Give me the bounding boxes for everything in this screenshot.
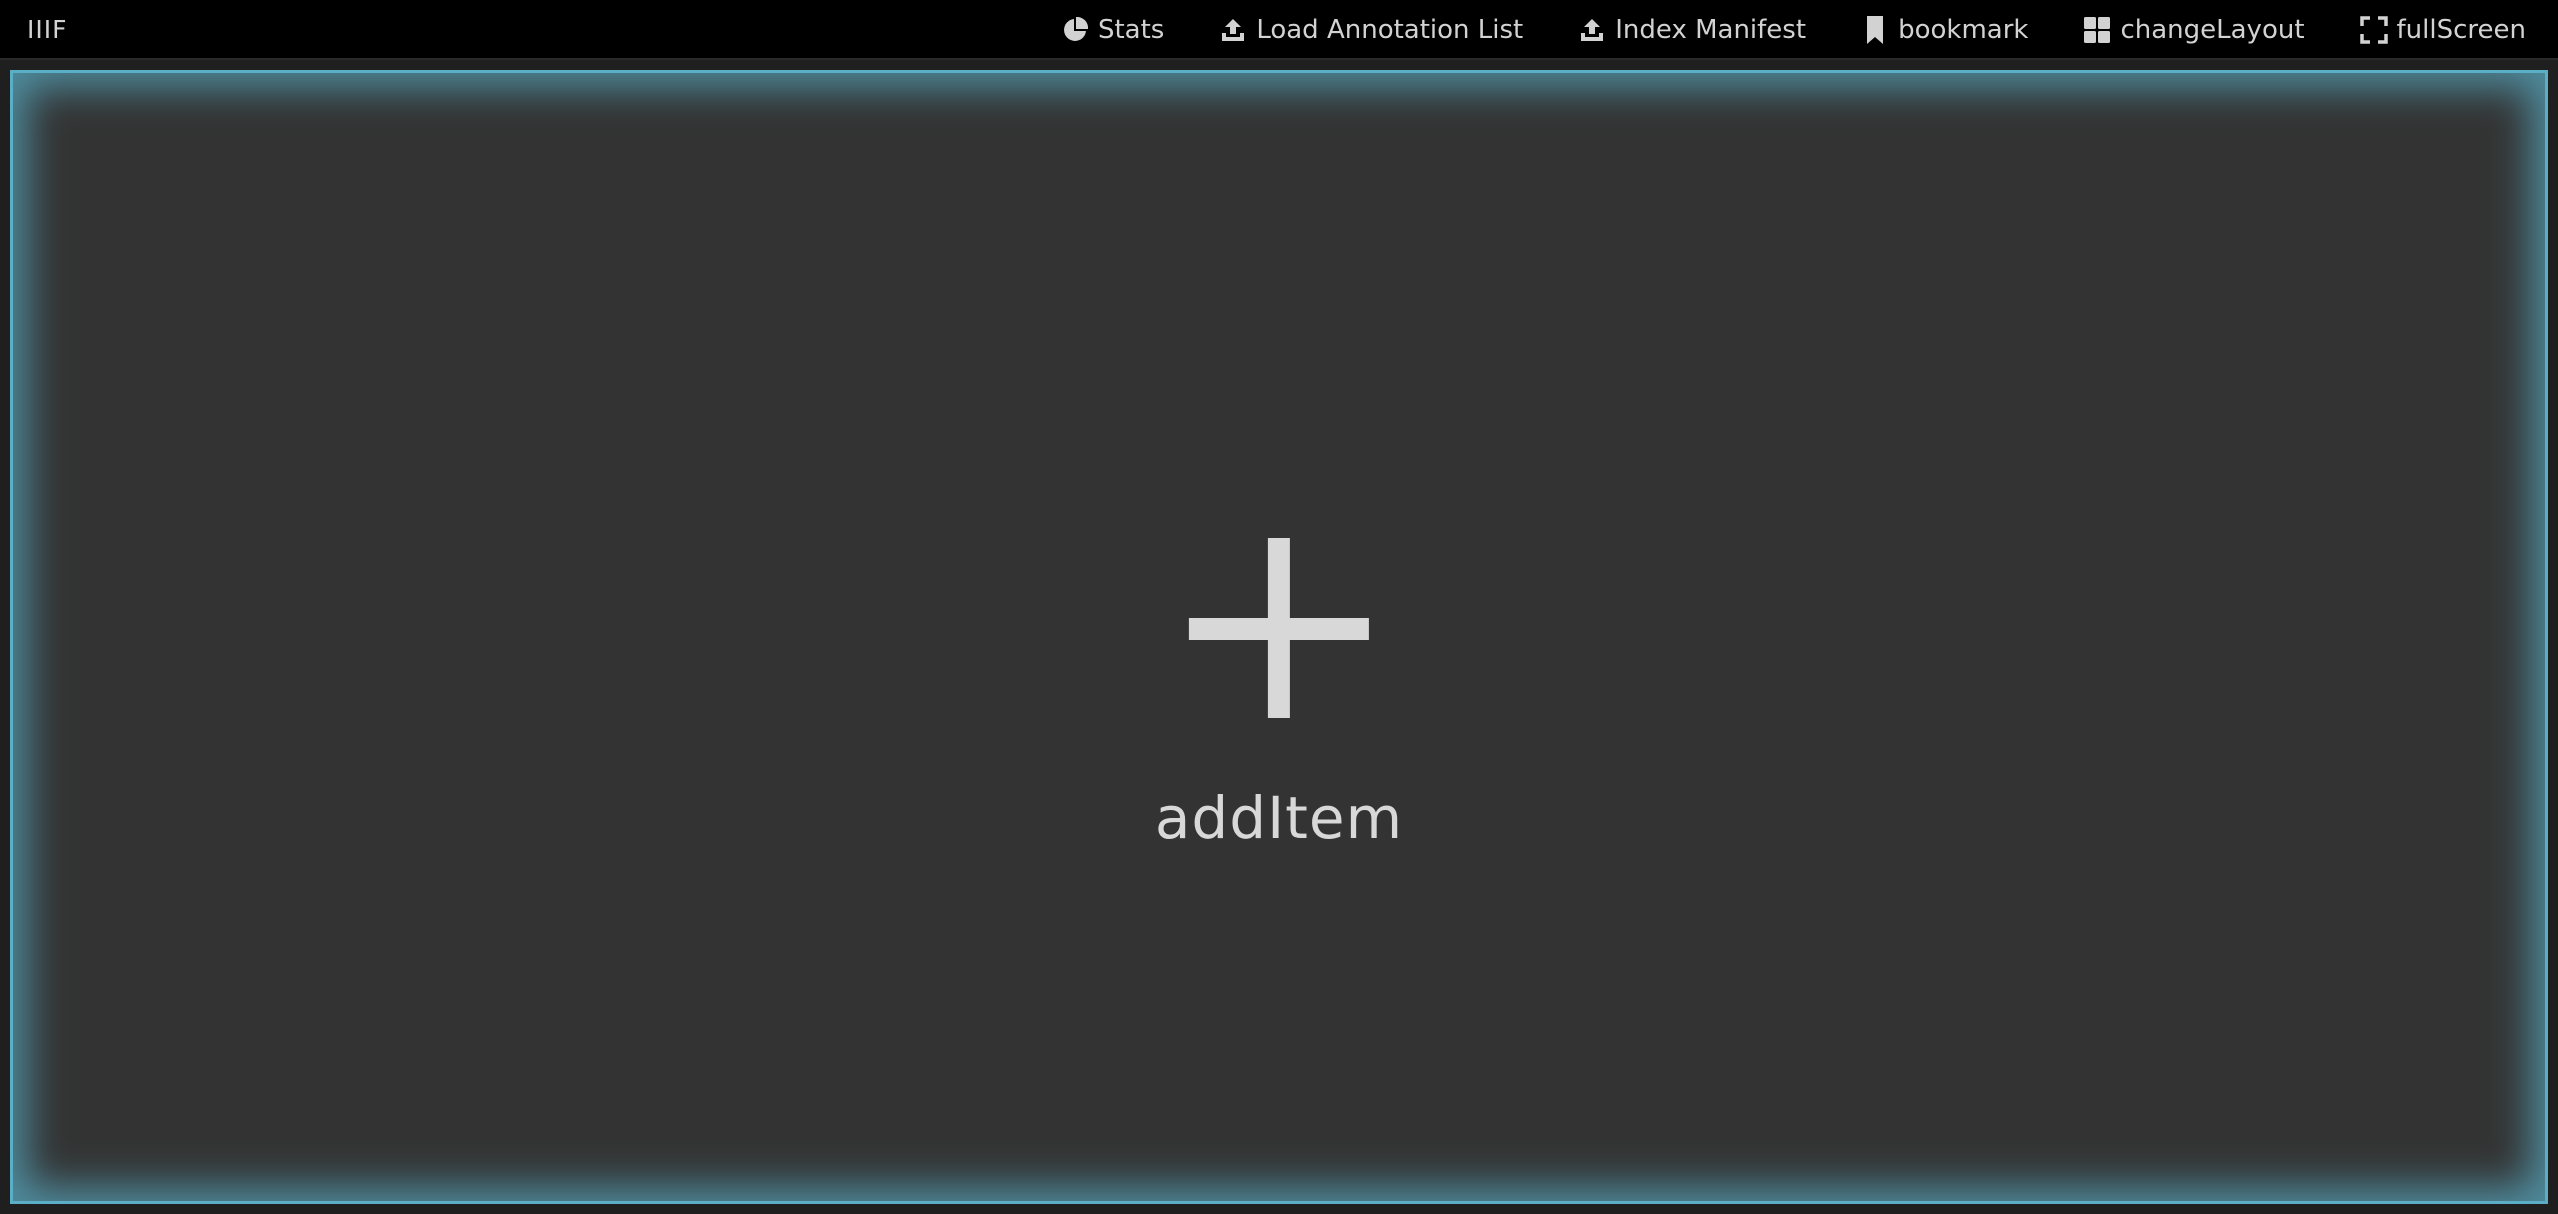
index-manifest-button[interactable]: Index Manifest xyxy=(1577,0,1806,60)
add-item-button[interactable]: addItem xyxy=(1155,538,1403,852)
top-menu-bar: IIIF Stats Load Annotation List Index Ma… xyxy=(0,0,2558,60)
plus-icon xyxy=(1189,538,1369,718)
workspace-slot[interactable]: addItem xyxy=(10,70,2548,1204)
bookmark-button[interactable]: bookmark xyxy=(1860,0,2028,60)
fullscreen-label: fullScreen xyxy=(2396,15,2526,45)
stats-label: Stats xyxy=(1097,15,1165,45)
change-layout-button[interactable]: changeLayout xyxy=(2082,0,2305,60)
load-annotation-list-button[interactable]: Load Annotation List xyxy=(1218,0,1523,60)
add-item-label: addItem xyxy=(1154,784,1404,852)
fullscreen-icon xyxy=(2359,15,2389,45)
change-layout-label: changeLayout xyxy=(2120,15,2305,45)
index-manifest-label: Index Manifest xyxy=(1615,15,1807,45)
app-brand[interactable]: IIIF xyxy=(27,0,68,60)
fullscreen-button[interactable]: fullScreen xyxy=(2359,0,2526,60)
stats-button[interactable]: Stats xyxy=(1060,0,1164,60)
grid-icon xyxy=(2082,15,2112,45)
bookmark-icon xyxy=(1860,15,1890,45)
load-annotation-list-label: Load Annotation List xyxy=(1256,15,1524,45)
upload-icon xyxy=(1577,15,1607,45)
upload-icon xyxy=(1218,15,1248,45)
toolbar-menu: Stats Load Annotation List Index Manifes… xyxy=(1060,0,2526,60)
pie-chart-icon xyxy=(1060,15,1090,45)
bookmark-label: bookmark xyxy=(1898,15,2029,45)
